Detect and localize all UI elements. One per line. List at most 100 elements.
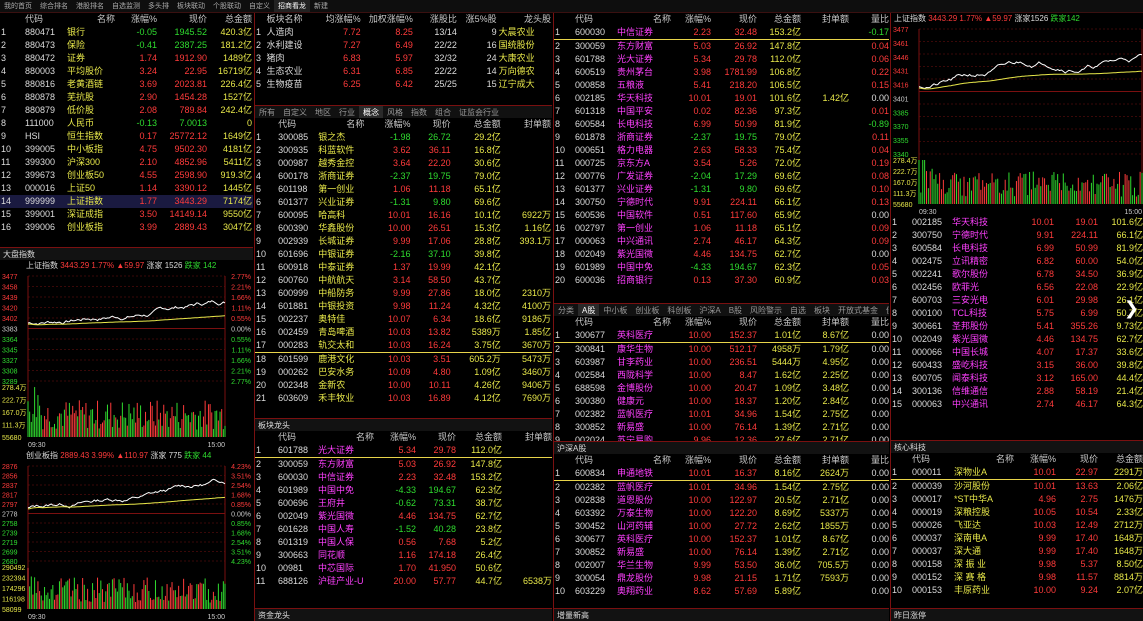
market-tab[interactable]: 债券 <box>882 304 889 316</box>
table-row[interactable]: 3 000987 越秀金控 3.64 22.20 30.6亿 <box>255 157 552 170</box>
table-row[interactable]: 10 399005 中小板指 4.75 9502.30 4181亿 <box>0 143 253 156</box>
column-header[interactable]: 名称 <box>616 316 672 329</box>
sector-tab[interactable]: 自定义 <box>279 106 311 118</box>
table-row[interactable]: 7 601318 中国平安 0.02 82.36 97.3亿 0.01 <box>554 105 889 118</box>
table-row[interactable]: 5 688598 金博股份 10.00 20.47 1.09亿 3.48亿 0.00 <box>554 382 889 395</box>
table-row[interactable]: 9 002939 长城证券 9.99 17.06 28.8亿 393.1万 <box>255 235 552 248</box>
column-header[interactable]: 涨幅% <box>672 13 712 26</box>
table-row[interactable]: 5 601198 第一创业 1.06 11.18 65.1亿 <box>255 183 552 196</box>
table-row[interactable]: 2 300935 科蓝软件 3.62 36.11 16.8亿 <box>255 144 552 157</box>
column-header[interactable]: 现价 <box>417 431 457 444</box>
table-row[interactable]: 5 生物疫苗 6.25 6.42 25/25 15 辽宁成大 <box>255 78 552 91</box>
top-tab[interactable]: 多头排 <box>144 0 173 12</box>
column-header[interactable]: 代码 <box>574 454 616 467</box>
column-header[interactable]: 现价 <box>1057 453 1099 466</box>
market-tab[interactable]: B股 <box>725 304 746 316</box>
column-header[interactable]: 代码 <box>574 13 616 26</box>
table-row[interactable]: 8 000158 深 振 业 9.98 5.37 8.50亿 <box>891 558 1143 571</box>
column-header[interactable]: 龙头股 <box>498 13 552 26</box>
sector-tab[interactable]: 指数 <box>407 106 431 118</box>
table-row[interactable]: 15 000063 中兴通讯 2.74 46.17 64.3亿 <box>891 398 1143 411</box>
table-row[interactable]: 7 880879 低价股 2.08 789.84 242.4亿 <box>0 104 253 117</box>
table-row[interactable]: 14 601881 中银投资 9.98 11.24 4.32亿 4100万 <box>255 300 552 313</box>
chevron-right-icon[interactable]: ❯ <box>1124 298 1139 319</box>
column-header[interactable]: 封单额 <box>503 431 552 444</box>
sector-tab[interactable]: 组合 <box>431 106 455 118</box>
table-row[interactable]: 12 600760 中航航天 3.14 58.50 43.7亿 <box>255 274 552 287</box>
table-row[interactable]: 2 880473 保险 -0.41 2387.25 181.2亿 <box>0 39 253 52</box>
table-row[interactable]: 7 002382 蓝帆医疗 10.01 34.96 1.54亿 2.75亿 0.00 <box>554 408 889 421</box>
table-row[interactable]: 5 300452 山河药辅 10.00 27.72 2.62亿 1855万 0.00 <box>554 520 889 533</box>
table-row[interactable]: 17 000063 中兴通讯 2.74 46.17 64.3亿 0.09 <box>554 235 889 248</box>
table-row[interactable]: 1 人造肉 7.72 8.25 13/14 9 大晨农业 <box>255 26 552 39</box>
table-row[interactable]: 9 300663 同花顺 1.16 174.18 26.4亿 <box>255 549 552 562</box>
table-row[interactable]: 13 600705 闻泰科技 3.12 165.00 44.4亿 <box>891 372 1143 385</box>
table-row[interactable]: 4 000019 深粮控股 10.05 10.54 2.33亿 <box>891 506 1143 519</box>
column-header[interactable]: 涨幅% <box>375 431 417 444</box>
column-header[interactable]: 代码 <box>277 431 317 444</box>
column-header[interactable]: 现价 <box>158 13 208 26</box>
column-header[interactable]: 涨幅% <box>116 13 158 26</box>
column-header[interactable]: 现价 <box>712 13 758 26</box>
market-tab[interactable]: 沪深A <box>695 304 724 316</box>
table-row[interactable]: 1 002185 华天科技 10.01 19.01 101.6亿 <box>891 216 1143 229</box>
column-header[interactable]: 总金额 <box>758 454 802 467</box>
table-row[interactable]: 5 000858 五粮液 5.41 218.20 106.5亿 0.15 <box>554 79 889 92</box>
table-row[interactable]: 4 600519 贵州茅台 3.98 1781.99 106.8亿 0.22 <box>554 66 889 79</box>
table-row[interactable]: 1 600834 申通地铁 10.01 16.37 8.16亿 2624万 0.00 <box>554 467 889 481</box>
top-tab[interactable]: 我的首页 <box>0 0 36 12</box>
table-row[interactable]: 9 HSI 恒生指数 0.17 25772.12 1649亿 <box>0 130 253 143</box>
column-header[interactable]: 总金额 <box>452 118 502 131</box>
table-row[interactable]: 20 002348 金新农 10.00 10.11 4.26亿 9406万 <box>255 379 552 392</box>
table-row[interactable]: 11 000066 中国长城 4.07 17.37 33.6亿 <box>891 346 1143 359</box>
table-row[interactable]: 11 688126 沪硅产业-U 20.00 57.77 44.7亿 6538万 <box>255 575 552 588</box>
column-header[interactable]: 板块名称 <box>265 13 315 26</box>
column-header[interactable]: 代码 <box>277 118 317 131</box>
table-row[interactable]: 3 603987 甘李药业 10.00 236.51 5444万 4.95亿 0.00 <box>554 356 889 369</box>
table-row[interactable]: 6 300380 健康元 10.00 18.37 1.20亿 2.84亿 0.00 <box>554 395 889 408</box>
column-header[interactable]: 总金额 <box>457 431 503 444</box>
column-header[interactable]: 涨股比 <box>414 13 458 26</box>
column-header[interactable]: 总金额 <box>208 13 253 26</box>
table-row[interactable]: 21 603609 禾丰牧业 10.03 16.89 4.12亿 7690万 <box>255 392 552 405</box>
column-header[interactable]: 量比 <box>850 316 889 329</box>
table-row[interactable]: 8 111000 人民币 -0.13 7.0013 0 <box>0 117 253 130</box>
table-row[interactable]: 4 生态农业 6.31 6.85 22/22 14 万向德农 <box>255 65 552 78</box>
top-tab[interactable]: 港股排名 <box>72 0 108 12</box>
column-header[interactable]: 封单额 <box>802 13 850 26</box>
column-header[interactable]: 涨幅% <box>365 118 411 131</box>
market-tab[interactable]: 开放式基金 <box>834 304 882 316</box>
table-row[interactable]: 10 000651 格力电器 2.63 58.33 75.4亿 0.04 <box>554 144 889 157</box>
table-row[interactable]: 20 600036 招商银行 0.13 37.30 60.9亿 0.03 <box>554 274 889 287</box>
table-row[interactable]: 5 880816 老黄酒链 3.69 2023.81 226.4亿 <box>0 78 253 91</box>
sector-tab[interactable]: 所有 <box>255 106 279 118</box>
table-row[interactable]: 11 000725 京东方A 3.54 5.26 72.0亿 0.19 <box>554 157 889 170</box>
table-row[interactable]: 5 000026 飞亚达 10.03 12.49 2712万 <box>891 519 1143 532</box>
table-row[interactable]: 3 猪肉 6.83 5.97 32/32 24 大康农业 <box>255 52 552 65</box>
table-row[interactable]: 15 600536 中国软件 0.51 117.60 65.9亿 0.00 <box>554 209 889 222</box>
table-row[interactable]: 4 600178 浙商证券 -2.37 19.75 79.0亿 <box>255 170 552 183</box>
top-tab[interactable]: 个股联动 <box>209 0 245 12</box>
table-row[interactable]: 10 603229 奥翔药业 8.62 57.69 5.89亿 0.00 <box>554 585 889 598</box>
column-header[interactable]: 代码 <box>574 316 616 329</box>
table-row[interactable]: 1 600030 中信证券 2.23 32.48 153.2亿 -0.17 <box>554 26 889 40</box>
top-tab[interactable]: 综合排名 <box>36 0 72 12</box>
market-tab[interactable]: A股 <box>578 304 600 316</box>
table-row[interactable]: 2 300841 康华生物 10.00 512.17 4958万 1.79亿 0.00 <box>554 343 889 357</box>
table-row[interactable]: 18 002049 紫光国微 4.46 134.75 62.7亿 0.00 <box>554 248 889 261</box>
table-row[interactable]: 13 600999 中船防务 9.99 27.86 18.0亿 2310万 <box>255 287 552 300</box>
table-row[interactable]: 9 300054 鼎龙股份 9.98 21.15 1.71亿 7593万 0.00 <box>554 572 889 585</box>
table-row[interactable]: 15 399001 深证成指 3.50 14149.14 9550亿 <box>0 208 253 221</box>
sector-tab[interactable]: 风格 <box>383 106 407 118</box>
table-row[interactable]: 1 601788 光大证券 5.34 29.78 112.0亿 <box>255 444 552 458</box>
table-row[interactable]: 10 00981 中芯国际 1.70 41.950 50.6亿 <box>255 562 552 575</box>
table-row[interactable]: 1 880471 银行 -0.05 1945.52 420.3亿 <box>0 26 253 39</box>
table-row[interactable]: 10 002049 紫光国微 4.46 134.75 62.7亿 <box>891 333 1143 346</box>
column-header[interactable]: 名称 <box>953 453 1015 466</box>
column-header[interactable]: 均涨幅% <box>316 13 362 26</box>
column-header[interactable]: 现价 <box>712 454 758 467</box>
column-header[interactable]: 代码 <box>911 453 953 466</box>
table-row[interactable]: 19 000262 巴安水务 10.09 4.80 1.09亿 3460万 <box>255 366 552 379</box>
table-row[interactable]: 4 880003 平均股价 3.24 22.95 16719亿 <box>0 65 253 78</box>
table-row[interactable]: 15 002237 奥特佳 10.07 6.34 18.6亿 9186万 <box>255 313 552 326</box>
